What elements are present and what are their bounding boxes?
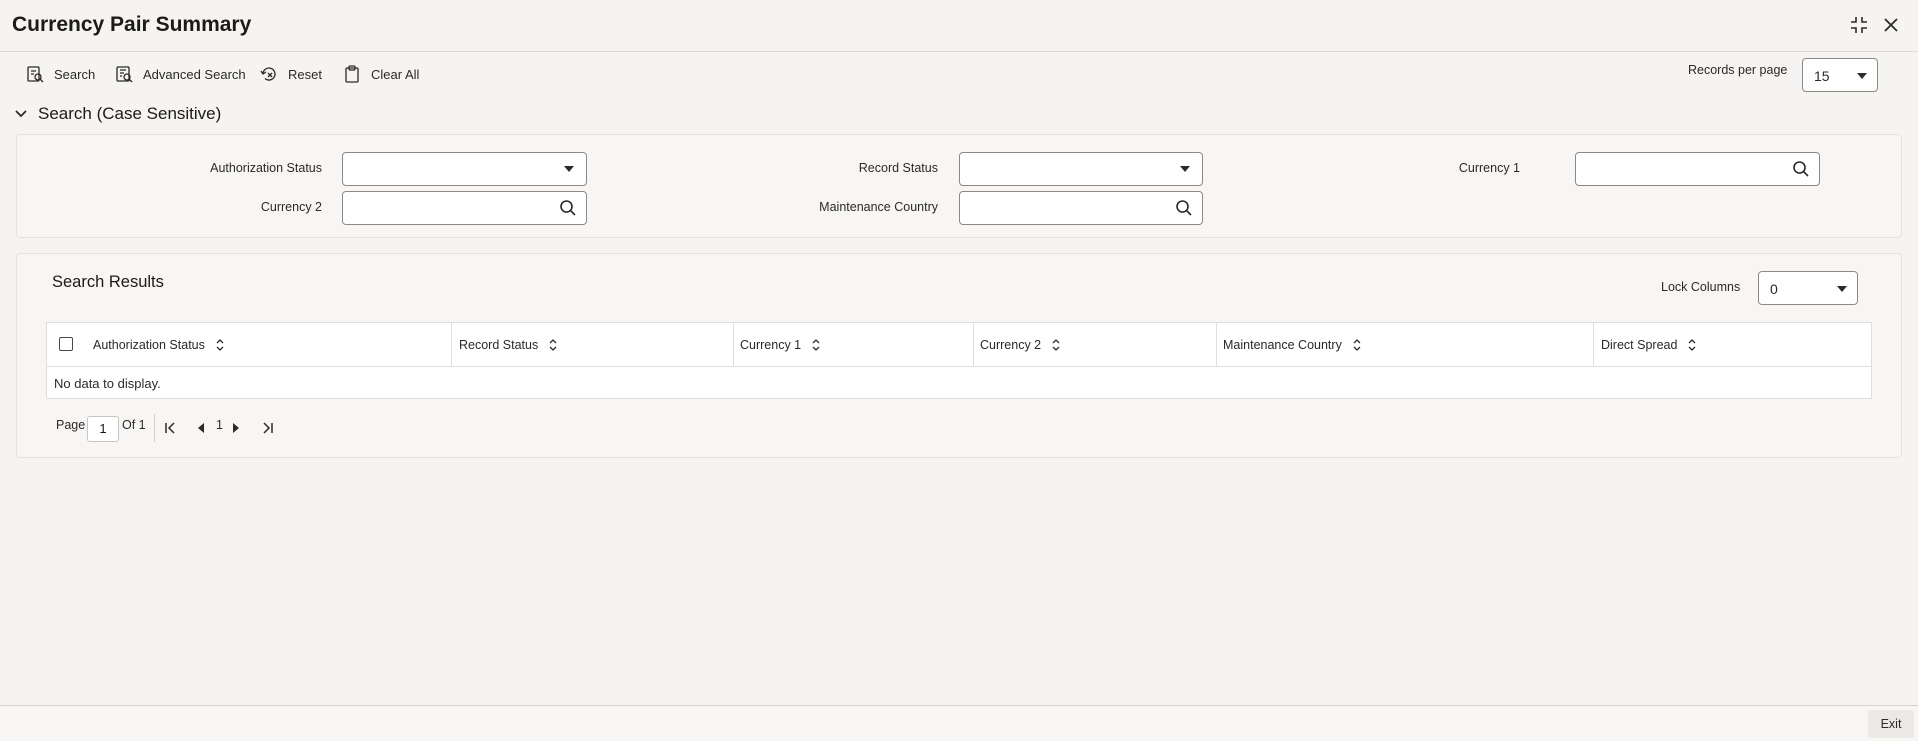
column-divider xyxy=(973,323,974,367)
lock-columns-value: 0 xyxy=(1770,281,1778,297)
search-section-title: Search (Case Sensitive) xyxy=(38,104,222,123)
search-icon[interactable] xyxy=(1175,199,1193,217)
pager-divider xyxy=(154,414,155,442)
record-status-select[interactable] xyxy=(959,152,1203,186)
collapse-icon[interactable] xyxy=(1848,14,1870,36)
column-header-record-status[interactable]: Record Status xyxy=(459,323,558,367)
clear-all-button[interactable]: Clear All xyxy=(343,62,419,86)
currency-2-field[interactable] xyxy=(342,191,587,225)
search-icon[interactable] xyxy=(1792,160,1810,178)
record-status-label: Record Status xyxy=(858,161,938,175)
column-label: Maintenance Country xyxy=(1223,338,1342,352)
column-divider xyxy=(451,323,452,367)
first-page-icon[interactable] xyxy=(163,421,177,435)
records-per-page-label: Records per page xyxy=(1688,63,1788,77)
currency-1-field[interactable] xyxy=(1575,152,1820,186)
column-label: Record Status xyxy=(459,338,539,352)
chevron-down-icon xyxy=(1837,286,1847,292)
chevron-down-icon xyxy=(15,110,27,118)
authorization-status-label: Authorization Status xyxy=(210,161,322,175)
column-header-direct-spread[interactable]: Direct Spread xyxy=(1601,323,1697,367)
sort-icon[interactable] xyxy=(215,339,225,351)
advanced-search-icon xyxy=(116,66,133,83)
page-number-input[interactable]: 1 xyxy=(87,416,119,442)
lock-columns-label: Lock Columns xyxy=(1661,280,1741,294)
records-per-page-value: 15 xyxy=(1814,68,1830,84)
exit-button[interactable]: Exit xyxy=(1868,710,1914,738)
select-all-checkbox[interactable] xyxy=(59,337,73,351)
reset-button[interactable]: Reset xyxy=(260,62,322,86)
column-label: Direct Spread xyxy=(1601,338,1678,352)
sort-icon[interactable] xyxy=(1352,339,1362,351)
maintenance-country-field[interactable] xyxy=(959,191,1203,225)
column-divider xyxy=(733,323,734,367)
column-header-currency-2[interactable]: Currency 2 xyxy=(980,323,1061,367)
chevron-down-icon xyxy=(1180,166,1190,172)
advanced-search-label: Advanced Search xyxy=(143,66,246,82)
page-header: Currency Pair Summary xyxy=(0,0,1918,52)
reset-label: Reset xyxy=(288,66,322,82)
currency-2-label: Currency 2 xyxy=(260,200,322,214)
chevron-down-icon xyxy=(1857,73,1867,79)
records-per-page-select[interactable]: 15 xyxy=(1802,58,1878,92)
empty-message: No data to display. xyxy=(54,376,161,391)
reset-icon xyxy=(260,67,276,81)
lock-columns-select[interactable]: 0 xyxy=(1758,271,1858,305)
next-page-icon[interactable] xyxy=(231,421,241,435)
search-section-toggle[interactable]: Search (Case Sensitive) xyxy=(14,104,221,124)
page-title: Currency Pair Summary xyxy=(12,13,252,36)
column-label: Currency 1 xyxy=(740,338,802,352)
results-title: Search Results xyxy=(52,273,164,291)
maintenance-country-label: Maintenance Country xyxy=(819,200,938,214)
column-label: Currency 2 xyxy=(980,338,1042,352)
sort-icon[interactable] xyxy=(548,339,558,351)
sort-icon[interactable] xyxy=(1051,339,1061,351)
column-header-maintenance-country[interactable]: Maintenance Country xyxy=(1223,323,1362,367)
table-header: Authorization Status Record Status Curre… xyxy=(47,323,1871,367)
column-divider xyxy=(1216,323,1217,367)
search-button-label: Search xyxy=(54,66,96,82)
results-table: Authorization Status Record Status Curre… xyxy=(46,322,1872,399)
toolbar: Search Advanced Search Reset Clear All xyxy=(0,58,1918,90)
column-header-currency-1[interactable]: Currency 1 xyxy=(740,323,821,367)
footer: Exit xyxy=(0,705,1918,741)
column-label: Authorization Status xyxy=(93,338,205,352)
current-page-number[interactable]: 1 xyxy=(216,418,223,432)
search-button[interactable]: Search xyxy=(26,62,95,86)
clipboard-icon xyxy=(345,65,359,83)
chevron-down-icon xyxy=(564,166,574,172)
page-of-label: Of 1 xyxy=(122,418,146,432)
clear-all-label: Clear All xyxy=(371,66,420,82)
authorization-status-select[interactable] xyxy=(342,152,587,186)
previous-page-icon[interactable] xyxy=(196,421,206,435)
sort-icon[interactable] xyxy=(1687,339,1697,351)
sort-icon[interactable] xyxy=(811,339,821,351)
search-doc-icon xyxy=(27,66,44,83)
column-header-authorization-status[interactable]: Authorization Status xyxy=(93,323,225,367)
column-divider xyxy=(1593,323,1594,367)
advanced-search-button[interactable]: Advanced Search xyxy=(115,62,246,86)
page-label: Page xyxy=(56,418,86,432)
currency-1-label: Currency 1 xyxy=(1458,161,1520,175)
last-page-icon[interactable] xyxy=(261,421,275,435)
close-icon[interactable] xyxy=(1880,14,1902,36)
search-icon[interactable] xyxy=(559,199,577,217)
